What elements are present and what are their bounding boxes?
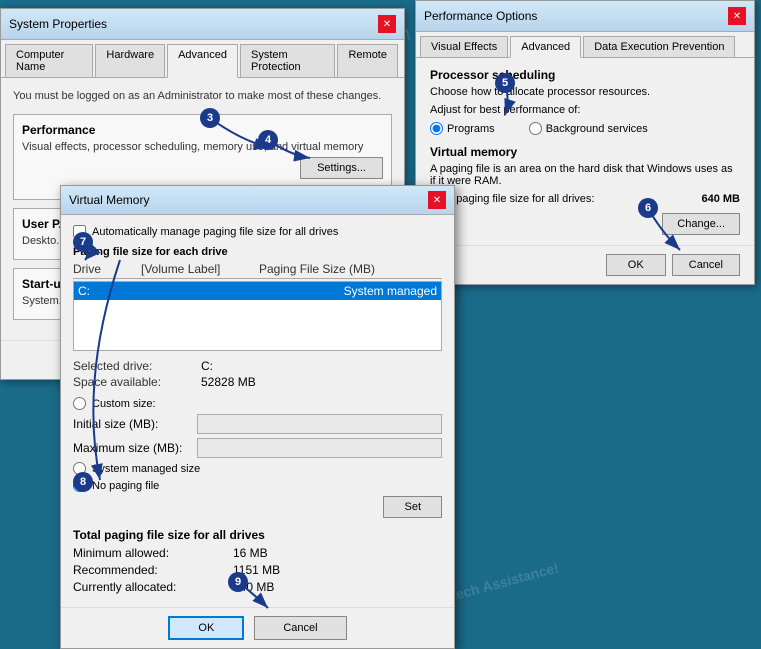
custom-size-option: Custom size: xyxy=(73,397,442,410)
virt-mem-dialog-buttons: OK Cancel xyxy=(61,607,454,648)
background-services-label: Background services xyxy=(546,123,648,135)
max-size-row: Maximum size (MB): xyxy=(73,438,442,458)
virtual-memory-section: Virtual memory A paging file is an area … xyxy=(430,145,740,235)
tab-data-execution[interactable]: Data Execution Prevention xyxy=(583,36,735,57)
initial-size-input[interactable] xyxy=(197,414,442,434)
custom-size-label: Custom size: xyxy=(92,398,156,410)
min-allowed-value: 16 MB xyxy=(233,546,442,560)
selected-drive-label: Selected drive: xyxy=(73,359,193,373)
programs-radio-row: Programs Background services xyxy=(430,122,740,135)
initial-size-row: Initial size (MB): xyxy=(73,414,442,434)
proc-sched-adjust: Adjust for best performance of: xyxy=(430,104,740,116)
selected-drive-value: C: xyxy=(201,359,442,373)
tab-advanced[interactable]: Advanced xyxy=(167,44,238,78)
admin-note: You must be logged on as an Administrato… xyxy=(13,90,392,102)
sys-props-close-button[interactable]: ✕ xyxy=(378,15,396,33)
initial-size-label: Initial size (MB): xyxy=(73,417,193,431)
badge-5: 5 xyxy=(495,73,515,93)
no-paging-label: No paging file xyxy=(92,480,159,492)
perf-ok-button[interactable]: OK xyxy=(606,254,666,276)
drive-info-grid: Selected drive: C: Space available: 5282… xyxy=(73,359,442,389)
drive-c-letter: C: xyxy=(78,284,134,298)
background-services-radio[interactable] xyxy=(529,122,542,135)
currently-allocated-label: Currently allocated: xyxy=(73,580,233,594)
performance-settings-button[interactable]: Settings... xyxy=(300,157,383,179)
drive-col-header: Drive xyxy=(73,262,133,276)
recommended-label: Recommended: xyxy=(73,563,233,577)
proc-sched-title: Processor scheduling xyxy=(430,68,740,82)
performance-options-window: Performance Options ✕ Visual Effects Adv… xyxy=(415,0,755,285)
virt-mem-ok-button[interactable]: OK xyxy=(168,616,244,640)
badge-4: 4 xyxy=(258,130,278,150)
max-size-label: Maximum size (MB): xyxy=(73,441,193,455)
max-size-input[interactable] xyxy=(197,438,442,458)
sys-props-titlebar: System Properties ✕ xyxy=(1,9,404,40)
perf-buttons: OK Cancel xyxy=(416,245,754,284)
tab-hardware[interactable]: Hardware xyxy=(95,44,165,77)
badge-8: 8 xyxy=(73,472,93,492)
tab-perf-advanced[interactable]: Advanced xyxy=(510,36,581,58)
virtual-memory-dialog: Virtual Memory ✕ Automatically manage pa… xyxy=(60,185,455,649)
badge-9: 9 xyxy=(228,572,248,592)
virt-mem-cancel-button[interactable]: Cancel xyxy=(254,616,346,640)
badge-6: 6 xyxy=(638,198,658,218)
perf-cancel-button[interactable]: Cancel xyxy=(672,254,740,276)
no-paging-option: No paging file xyxy=(73,479,442,492)
perf-content: Processor scheduling Choose how to alloc… xyxy=(416,58,754,245)
paging-total-row: Total paging file size for all drives: 6… xyxy=(430,193,740,205)
currently-allocated-value: 640 MB xyxy=(233,580,442,594)
system-managed-option: System managed size xyxy=(73,462,442,475)
virt-mem-close-button[interactable]: ✕ xyxy=(428,191,446,209)
badge-3: 3 xyxy=(200,108,220,128)
system-managed-label: System managed size xyxy=(92,463,200,475)
performance-desc: Visual effects, processor scheduling, me… xyxy=(22,141,383,153)
recommended-row: Recommended: 1151 MB xyxy=(73,563,442,577)
drive-c-label xyxy=(142,284,252,298)
tab-system-protection[interactable]: System Protection xyxy=(240,44,335,77)
tab-computer-name[interactable]: Computer Name xyxy=(5,44,93,77)
paging-total-value: 640 MB xyxy=(701,193,740,205)
min-allowed-row: Minimum allowed: 16 MB xyxy=(73,546,442,560)
space-available-label: Space available: xyxy=(73,375,193,389)
virt-mem-content: Automatically manage paging file size fo… xyxy=(61,215,454,607)
drive-table-header: Drive [Volume Label] Paging File Size (M… xyxy=(73,262,442,279)
drive-c-size: System managed xyxy=(260,284,437,298)
perf-options-titlebar: Performance Options ✕ xyxy=(416,1,754,32)
space-available-value: 52828 MB xyxy=(201,375,442,389)
perf-options-close-button[interactable]: ✕ xyxy=(728,7,746,25)
sys-props-tabs: Computer Name Hardware Advanced System P… xyxy=(1,40,404,78)
set-button[interactable]: Set xyxy=(383,496,442,518)
total-section-title: Total paging file size for all drives xyxy=(73,528,442,542)
proc-sched-desc: Choose how to allocate processor resourc… xyxy=(430,86,740,98)
tab-remote[interactable]: Remote xyxy=(337,44,398,77)
programs-radio[interactable] xyxy=(430,122,443,135)
sys-props-title: System Properties xyxy=(9,17,107,31)
virt-mem-titlebar: Virtual Memory ✕ xyxy=(61,186,454,215)
auto-manage-row: Automatically manage paging file size fo… xyxy=(73,225,442,238)
custom-size-radio[interactable] xyxy=(73,397,86,410)
drive-list[interactable]: C: System managed xyxy=(73,281,442,351)
drive-section-label: Paging file size for each drive xyxy=(73,246,442,258)
min-allowed-label: Minimum allowed: xyxy=(73,546,233,560)
tab-visual-effects[interactable]: Visual Effects xyxy=(420,36,508,57)
virt-mem-title: Virtual memory xyxy=(430,145,740,159)
recommended-value: 1151 MB xyxy=(233,563,442,577)
size-col-header: Paging File Size (MB) xyxy=(259,262,442,276)
badge-7: 7 xyxy=(73,232,93,252)
auto-manage-label: Automatically manage paging file size fo… xyxy=(92,226,338,238)
total-section: Total paging file size for all drives Mi… xyxy=(73,528,442,594)
currently-allocated-row: Currently allocated: 640 MB xyxy=(73,580,442,594)
change-button[interactable]: Change... xyxy=(662,213,740,235)
programs-label: Programs xyxy=(447,123,495,135)
perf-tabs: Visual Effects Advanced Data Execution P… xyxy=(416,32,754,58)
processor-scheduling-section: Processor scheduling Choose how to alloc… xyxy=(430,68,740,135)
virt-mem-desc: A paging file is an area on the hard dis… xyxy=(430,163,740,187)
drive-row-c[interactable]: C: System managed xyxy=(74,282,441,300)
virt-mem-title-text: Virtual Memory xyxy=(69,193,149,207)
volume-col-header: [Volume Label] xyxy=(141,262,251,276)
perf-options-title: Performance Options xyxy=(424,9,537,23)
